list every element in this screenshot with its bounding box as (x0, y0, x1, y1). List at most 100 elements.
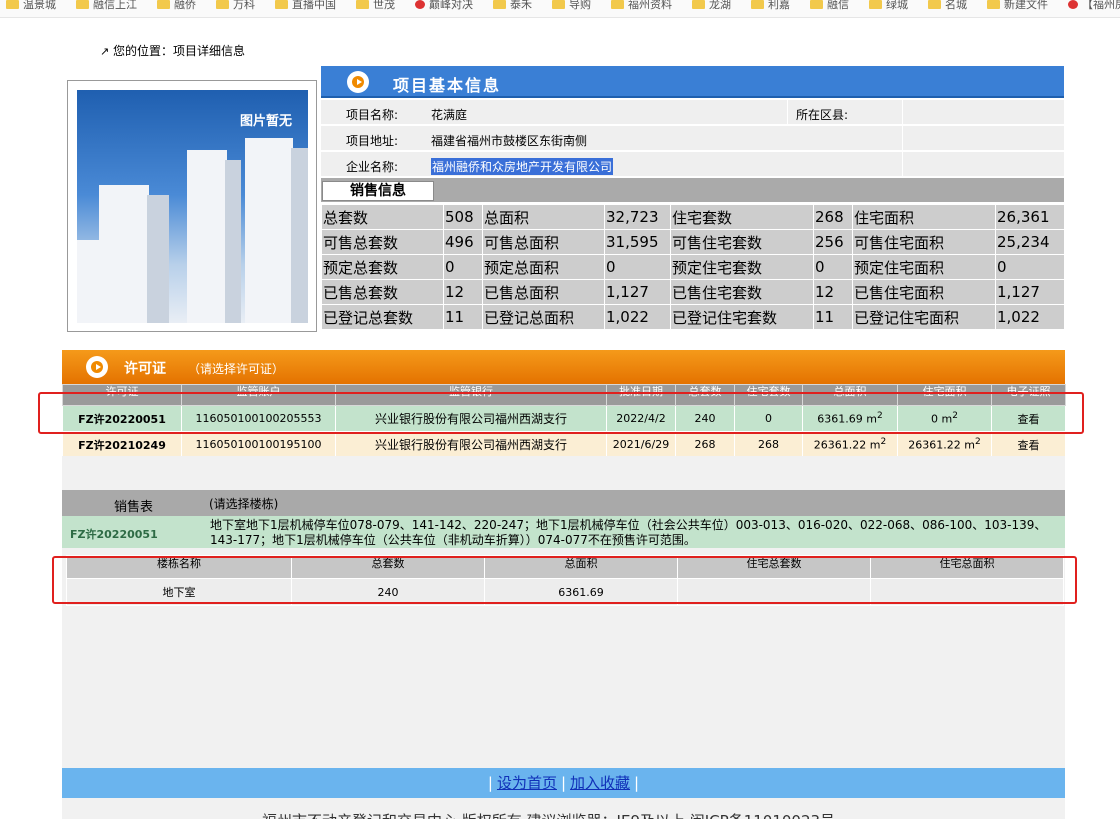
bookmark-item[interactable]: 龙湖 (686, 0, 745, 17)
company-label: 企业名称: (346, 160, 399, 174)
sales-license-number: FZ许20220051 (70, 528, 158, 541)
sales-info-label: 已售总套数 (321, 279, 444, 305)
district-label: 所在区县: (796, 108, 849, 122)
sales-info-value: 11 (813, 304, 853, 330)
view-certificate-link[interactable]: 查看 (991, 431, 1066, 458)
sales-info-value: 31,595 (604, 229, 671, 255)
sales-info-value: 268 (813, 204, 853, 230)
sales-info-value: 0 (604, 254, 671, 280)
sales-info-label: 预定住宅套数 (670, 254, 814, 280)
sales-table-hint: (请选择楼栋) (209, 497, 279, 511)
folder-icon (869, 0, 882, 9)
folder-icon (6, 0, 19, 9)
bookmarks-bar: 温景城 融信上江 融侨 万科 直播中国 世茂 巅峰对决 泰禾 导购 福州资料 龙湖 利嘉 融信 绿城 名城新… (0, 0, 1120, 18)
sales-info-row: 可售总套数 496 可售总面积 31,595 可售住宅套数 256 可售住宅面积 25,234 (321, 229, 1065, 255)
bookmark-item[interactable]: 泰禾 (487, 0, 546, 17)
sales-info-label: 预定总面积 (482, 254, 605, 280)
folder-icon (552, 0, 565, 9)
sales-info-label: 住宅面积 (852, 204, 996, 230)
company-value[interactable]: 福州融侨和众房地产开发有限公司 (431, 158, 614, 175)
site-icon (415, 0, 425, 9)
bookmark-item[interactable]: 万科 (210, 0, 269, 17)
sales-info-row: 已售总套数 12 已售总面积 1,127 已售住宅套数 12 已售住宅面积 1,127 (321, 279, 1065, 305)
bookmark-item[interactable]: 融信 (804, 0, 863, 17)
license-number: FZ许20210249 (62, 431, 182, 458)
folder-icon (157, 0, 170, 9)
folder-icon (493, 0, 506, 9)
license-subtitle: （请选择许可证） (188, 362, 285, 376)
sales-info-label: 已售住宅面积 (852, 279, 996, 305)
annotation-box-license-row (38, 392, 1084, 434)
bookmark-item[interactable]: 福州资料 (605, 0, 686, 17)
sales-info-row: 已登记总套数 11 已登记总面积 1,022 已登记住宅套数 11 已登记住宅面积 1,022 (321, 304, 1065, 330)
residential-area: 26361.22 m2 (897, 431, 992, 458)
play-circle-icon (86, 356, 108, 378)
sales-info-value: 11 (443, 304, 483, 330)
bookmark-item[interactable]: 温景城 (0, 0, 70, 17)
play-circle-icon (347, 71, 369, 93)
sales-info-label: 已售总面积 (482, 279, 605, 305)
bookmark-item[interactable]: 融侨 (151, 0, 210, 17)
bookmark-item[interactable]: 直播中国 (269, 0, 350, 17)
bookmark-item[interactable]: 【福州房 (1062, 0, 1120, 17)
bookmark-item[interactable]: 利嘉 (745, 0, 804, 17)
sales-info-label: 可售住宅面积 (852, 229, 996, 255)
sales-info-label: 可售总套数 (321, 229, 444, 255)
project-name-label: 项目名称: (346, 108, 399, 122)
sales-info-label: 已售住宅套数 (670, 279, 814, 305)
project-address-label: 项目地址: (346, 134, 399, 148)
sales-info-value: 1,022 (604, 304, 671, 330)
bookmark-item[interactable]: 新建文件 (981, 0, 1062, 17)
license-header: 许可证 （请选择许可证） (62, 350, 1065, 384)
folder-icon (692, 0, 705, 9)
basic-info-header: 项目基本信息 (321, 66, 1064, 98)
add-favorite-link[interactable]: 加入收藏 (570, 774, 630, 792)
sales-info-label: 已登记总面积 (482, 304, 605, 330)
bookmark-item[interactable]: 导购 (546, 0, 605, 17)
total-units: 268 (675, 431, 735, 458)
bookmark-item[interactable]: 融信上江 (70, 0, 151, 17)
folder-icon (810, 0, 823, 9)
pin-icon: ↗ (100, 45, 110, 58)
copyright-text: 福州市不动产登记和交易中心 版权所有 建议浏览器：IE9及以上 闽ICP备110… (262, 810, 835, 819)
account-number: 116050100100195100 (181, 431, 336, 458)
folder-icon (216, 0, 229, 9)
sales-info-value: 1,127 (604, 279, 671, 305)
bookmark-item[interactable]: 世茂 (350, 0, 409, 17)
approval-date: 2021/6/29 (606, 431, 676, 458)
project-name-value: 花满庭 (431, 108, 468, 122)
sales-info-value: 1,127 (995, 279, 1065, 305)
footer-links: | 设为首页 | 加入收藏 | (62, 768, 1065, 798)
set-home-link[interactable]: 设为首页 (497, 774, 557, 792)
annotation-box-building-row (52, 556, 1077, 604)
basic-info-title: 项目基本信息 (393, 76, 502, 95)
sales-info-label: 已登记总套数 (321, 304, 444, 330)
sales-info-label: 已登记住宅套数 (670, 304, 814, 330)
bookmark-item[interactable]: 绿城 (863, 0, 922, 17)
sales-info-label: 预定总套数 (321, 254, 444, 280)
sales-info-label: 总套数 (321, 204, 444, 230)
sales-info-label: 总面积 (482, 204, 605, 230)
folder-icon (611, 0, 624, 9)
residential-units: 268 (734, 431, 803, 458)
sales-info-label: 可售住宅套数 (670, 229, 814, 255)
sales-info-value: 12 (813, 279, 853, 305)
bookmark-item[interactable]: 名城 (922, 0, 981, 17)
total-area: 26361.22 m2 (802, 431, 898, 458)
company-row: 企业名称: 福州融侨和众房地产开发有限公司 (321, 152, 1064, 177)
breadcrumb: ↗ 您的位置：项目详细信息 (100, 42, 245, 59)
license-row[interactable]: FZ许20210249 116050100100195100 兴业银行股份有限公司福… (62, 431, 1066, 458)
project-address-row: 项目地址: 福建省福州市鼓楼区东街南侧 (321, 126, 1064, 151)
bookmark-item[interactable]: 巅峰对决 (409, 0, 487, 17)
sales-info-tab[interactable]: 销售信息 (322, 181, 434, 201)
license-title: 许可证 (124, 361, 166, 377)
sales-info-value: 25,234 (995, 229, 1065, 255)
sales-info-value: 508 (443, 204, 483, 230)
sales-info-value: 32,723 (604, 204, 671, 230)
sales-info-value: 1,022 (995, 304, 1065, 330)
license-spacer (62, 456, 1065, 490)
sales-info-value: 496 (443, 229, 483, 255)
folder-icon (356, 0, 369, 9)
sales-info-value: 0 (443, 254, 483, 280)
page-icon (275, 0, 288, 9)
